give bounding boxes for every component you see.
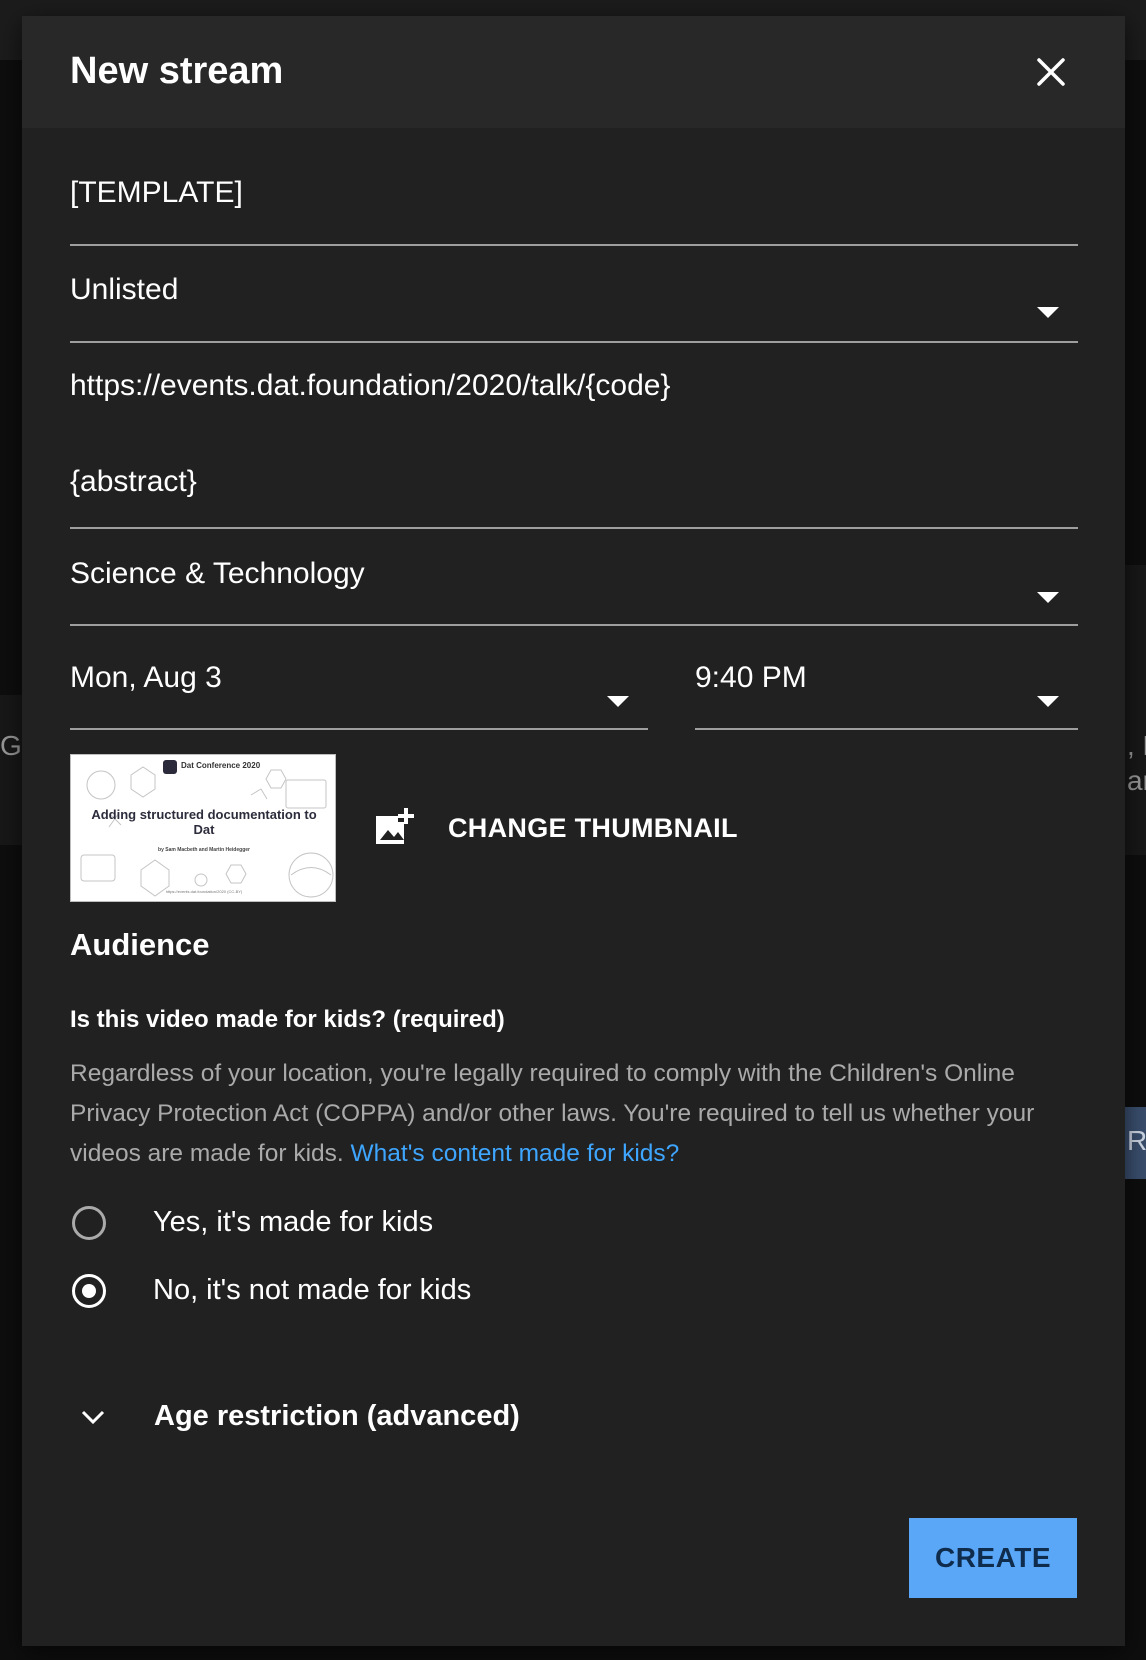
age-restriction-label: Age restriction (advanced) [154,1400,520,1432]
category-value: Science & Technology [70,557,365,590]
made-for-kids-help-link[interactable]: What's content made for kids? [351,1140,680,1167]
caret-down-icon [607,696,629,707]
title-field[interactable]: [TEMPLATE] [70,176,1078,246]
background-text-fragment: ar [1127,765,1146,796]
add-photo-icon[interactable] [372,806,416,850]
description-body-value: {abstract} [70,465,197,498]
create-button[interactable]: CREATE [909,1518,1077,1598]
visibility-value: Unlisted [70,273,179,306]
radio-yes-made-for-kids[interactable]: Yes, it's made for kids [70,1202,470,1252]
thumbnail-preview: Dat Conference 2020 Adding structured do… [70,754,336,902]
coppa-description: Regardless of your location, you're lega… [70,1054,1080,1174]
background-panel-left [0,695,22,845]
background-panel-right [1125,565,1146,855]
date-select[interactable]: Mon, Aug 3 [70,661,648,730]
category-select[interactable]: Science & Technology [70,557,1078,626]
background-text-fragment: RE [1127,1125,1146,1156]
thumbnail-authors: by Sam Macbeth and Martin Heidegger [158,847,250,853]
time-value: 9:40 PM [695,661,807,694]
change-thumbnail-button[interactable]: CHANGE THUMBNAIL [448,813,738,844]
kids-question: Is this video made for kids? (required) [70,1006,505,1033]
age-restriction-toggle[interactable]: Age restriction (advanced) [78,1396,520,1446]
dialog-title: New stream [70,50,284,92]
radio-selected-icon [72,1274,106,1308]
caret-down-icon [1037,696,1059,707]
radio-label: No, it's not made for kids [153,1274,472,1306]
background-text-fragment: GS [0,730,22,761]
close-icon[interactable] [1033,54,1069,90]
chevron-down-icon [81,1410,105,1425]
background-text-fragment: , P [1127,730,1146,761]
caret-down-icon [1037,307,1059,318]
thumbnail-talk-title: Adding structured documentation to Dat [91,807,317,837]
description-link-line[interactable]: https://events.dat.foundation/2020/talk/… [70,369,1078,419]
date-value: Mon, Aug 3 [70,661,222,694]
thumbnail-footer: https://events.dat.foundation/2020 (CC-B… [165,889,243,894]
conference-logo [163,760,177,774]
thumbnail-conference: Dat Conference 2020 [181,761,261,770]
description-field[interactable]: {abstract} [70,465,1078,529]
visibility-select[interactable]: Unlisted [70,273,1078,343]
radio-not-made-for-kids[interactable]: No, it's not made for kids [70,1270,490,1320]
radio-unselected-icon [72,1206,106,1240]
dialog-header: New stream [22,16,1125,128]
caret-down-icon [1037,592,1059,603]
new-stream-dialog: New stream [TEMPLATE] Unlisted https://e… [22,16,1125,1646]
title-value: [TEMPLATE] [70,176,243,209]
radio-label: Yes, it's made for kids [153,1206,434,1238]
description-link-value: https://events.dat.foundation/2020/talk/… [70,369,671,402]
time-select[interactable]: 9:40 PM [695,661,1078,730]
audience-heading: Audience [70,927,210,962]
